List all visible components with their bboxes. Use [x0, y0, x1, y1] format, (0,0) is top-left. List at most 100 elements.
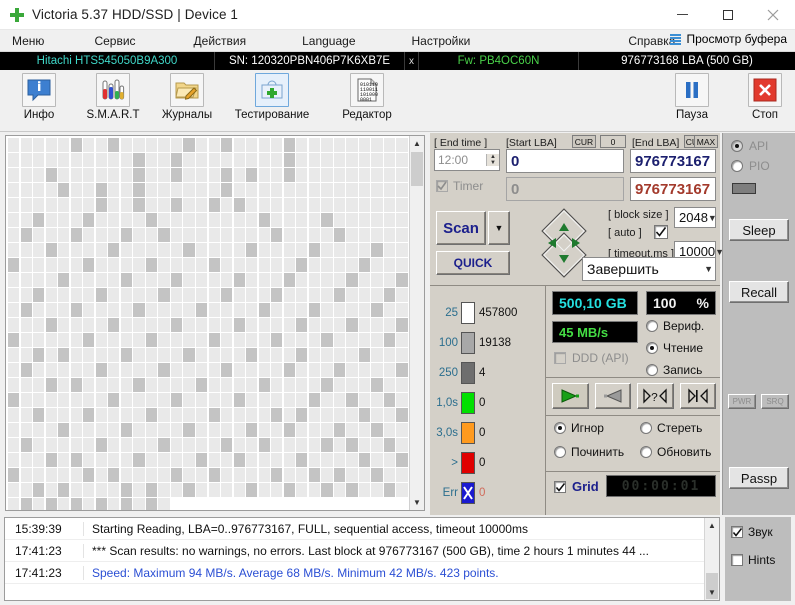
- surface-map-cell[interactable]: [145, 228, 158, 242]
- surface-map-cell[interactable]: [396, 498, 408, 510]
- surface-map-cell[interactable]: [158, 453, 170, 467]
- surface-map-cell[interactable]: [70, 168, 82, 182]
- surface-map-cell[interactable]: [95, 213, 107, 227]
- surface-map-cell[interactable]: [221, 423, 233, 437]
- surface-map-cell[interactable]: [8, 333, 20, 347]
- surface-map-cell[interactable]: [346, 378, 358, 392]
- surface-map-cell[interactable]: [333, 468, 346, 482]
- surface-map-cell[interactable]: [195, 468, 208, 482]
- surface-map-cell[interactable]: [58, 423, 70, 437]
- surface-map-cell[interactable]: [383, 138, 396, 152]
- menu-item-service[interactable]: Сервис: [90, 34, 139, 48]
- surface-map-cell[interactable]: [371, 168, 383, 182]
- surface-map-cell[interactable]: [246, 468, 258, 482]
- surface-map-cell[interactable]: [195, 453, 208, 467]
- surface-map-cell[interactable]: [208, 468, 220, 482]
- surface-map-cell[interactable]: [20, 243, 32, 257]
- surface-map-cell[interactable]: [33, 483, 45, 497]
- surface-map-cell[interactable]: [346, 393, 358, 407]
- surface-map-cell[interactable]: [208, 438, 220, 452]
- surface-map-cell[interactable]: [195, 213, 208, 227]
- surface-map-cell[interactable]: [208, 423, 220, 437]
- surface-map-cell[interactable]: [296, 183, 308, 197]
- surface-map-cell[interactable]: [58, 228, 70, 242]
- surface-map-cell[interactable]: [83, 318, 95, 332]
- surface-map-cell[interactable]: [346, 468, 358, 482]
- surface-map-cell[interactable]: [271, 318, 283, 332]
- surface-map-cell[interactable]: [271, 183, 283, 197]
- surface-map-cell[interactable]: [158, 378, 170, 392]
- surface-map-cell[interactable]: [108, 273, 120, 287]
- surface-map-cell[interactable]: [83, 453, 95, 467]
- recall-button[interactable]: Recall: [729, 281, 789, 303]
- surface-map-cell[interactable]: [8, 348, 20, 362]
- surface-map-cell[interactable]: [33, 168, 45, 182]
- surface-map-cell[interactable]: [133, 438, 145, 452]
- end-time-value[interactable]: 12:00: [435, 153, 486, 167]
- surface-map-cell[interactable]: [296, 453, 308, 467]
- surface-map-cell[interactable]: [296, 168, 308, 182]
- surface-map-cell[interactable]: [83, 258, 95, 272]
- surface-map-cell[interactable]: [233, 453, 245, 467]
- surface-map-cell[interactable]: [271, 213, 283, 227]
- surface-map-cell[interactable]: [321, 213, 333, 227]
- surface-map-cell[interactable]: [333, 288, 346, 302]
- surface-map-cell[interactable]: [95, 198, 107, 212]
- surface-map-cell[interactable]: [396, 438, 408, 452]
- surface-map-cell[interactable]: [33, 363, 45, 377]
- surface-map-cell[interactable]: [271, 303, 283, 317]
- surface-map-cell[interactable]: [195, 258, 208, 272]
- surface-map-cell[interactable]: [333, 363, 346, 377]
- surface-map-cell[interactable]: [145, 288, 158, 302]
- surface-map-cell[interactable]: [183, 348, 195, 362]
- surface-map-cell[interactable]: [70, 318, 82, 332]
- surface-map-cell[interactable]: [283, 303, 295, 317]
- surface-map-cell[interactable]: [145, 483, 158, 497]
- surface-map-cell[interactable]: [246, 258, 258, 272]
- surface-map-cell[interactable]: [70, 198, 82, 212]
- surface-map-cell[interactable]: [221, 183, 233, 197]
- surface-map-cell[interactable]: [233, 468, 245, 482]
- sound-checkbox[interactable]: [731, 526, 743, 538]
- surface-map-cell[interactable]: [170, 303, 183, 317]
- surface-map-cell[interactable]: [383, 303, 396, 317]
- surface-map-cell[interactable]: [246, 303, 258, 317]
- surface-map-cell[interactable]: [271, 168, 283, 182]
- surface-map-cell[interactable]: [358, 213, 371, 227]
- map-scroll-up-icon[interactable]: ▲: [410, 136, 424, 151]
- surface-map-cell[interactable]: [233, 213, 245, 227]
- surface-map-cell[interactable]: [383, 453, 396, 467]
- surface-map-cell[interactable]: [108, 228, 120, 242]
- end-time-spinner-arrows[interactable]: ▲ ▼: [486, 154, 499, 166]
- surface-map-cell[interactable]: [371, 408, 383, 422]
- surface-map-cell[interactable]: [33, 273, 45, 287]
- surface-map-cell[interactable]: [108, 138, 120, 152]
- surface-map-cell[interactable]: [346, 183, 358, 197]
- surface-map-cell[interactable]: [283, 258, 295, 272]
- surface-map-cell[interactable]: [33, 288, 45, 302]
- surface-map-cell[interactable]: [45, 453, 57, 467]
- surface-map-cell[interactable]: [133, 423, 145, 437]
- surface-map-cell[interactable]: [346, 228, 358, 242]
- surface-map-cell[interactable]: [183, 228, 195, 242]
- surface-map-cell[interactable]: [120, 468, 133, 482]
- toolbar-item-info[interactable]: Инфо: [2, 73, 76, 121]
- surface-map-cell[interactable]: [145, 468, 158, 482]
- surface-map-cell[interactable]: [283, 378, 295, 392]
- surface-map-cell[interactable]: [346, 318, 358, 332]
- surface-map-cell[interactable]: [271, 243, 283, 257]
- surface-map-cell[interactable]: [308, 318, 320, 332]
- surface-map-cell[interactable]: [58, 453, 70, 467]
- surface-map-cell[interactable]: [20, 348, 32, 362]
- surface-map-cell[interactable]: [258, 378, 270, 392]
- surface-map-cell[interactable]: [221, 408, 233, 422]
- toolbar-item-logs[interactable]: Журналы: [150, 73, 224, 121]
- surface-map-cell[interactable]: [158, 303, 170, 317]
- api-radio-row[interactable]: API: [731, 139, 768, 153]
- surface-map-cell[interactable]: [120, 483, 133, 497]
- surface-map-cell[interactable]: [170, 498, 183, 510]
- surface-map-cell[interactable]: [133, 318, 145, 332]
- surface-map-cell[interactable]: [170, 213, 183, 227]
- surface-map-cell[interactable]: [396, 198, 408, 212]
- surface-map-cell[interactable]: [346, 333, 358, 347]
